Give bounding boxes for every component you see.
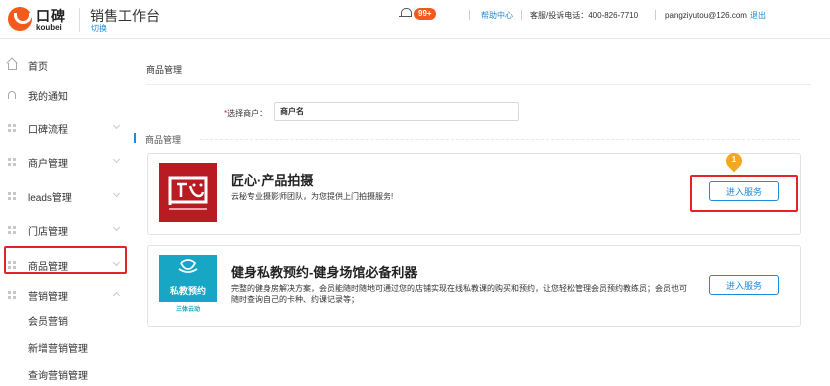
grid-icon [8,158,16,166]
sidebar-item-label: leads管理 [28,193,72,204]
sidebar-item-label: 我的通知 [28,92,68,103]
account-email: pangziyutou@126.com [665,11,747,20]
chevron-up-icon [112,291,121,300]
sidebar-item-label: 商品管理 [28,262,68,273]
section-accent-bar [134,133,136,143]
koubei-logo[interactable]: 口碑 koubei [8,6,68,34]
sidebar-item-product-management[interactable]: 商品管理 [0,249,130,283]
account-info: pangziyutou@126.com 退出 [665,10,766,21]
sidebar-item-merchant-management[interactable]: 商户管理 [0,146,130,180]
help-center-link[interactable]: 帮助中心 [481,10,513,21]
header-separator [521,10,522,20]
fitness-logo-text: 私教预约 [169,285,206,297]
service-title: 健身私教预约-健身场馆必备利器 [231,265,418,280]
notification-badge[interactable]: 99+ [414,8,436,20]
sidebar-subitem-query-marketing[interactable]: 查询营销管理 [28,367,88,382]
header-divider [79,8,80,32]
header-separator [469,10,470,20]
sidebar-item-label: 商户管理 [28,159,68,170]
chevron-down-icon [112,121,121,130]
fitness-logo-caption: 三体云动 [176,305,200,313]
sidebar-subitem-new-marketing[interactable]: 新增营销管理 [28,340,88,355]
grid-icon [8,226,16,234]
notification-bell-icon[interactable] [399,8,412,18]
sidebar-item-home[interactable]: 首页 [0,49,130,83]
sidebar-item-label: 营销管理 [28,292,68,303]
fitness-service-logo: 私教预约 三体云动 [159,255,217,314]
sidebar-item-leads-management[interactable]: leads管理 [0,180,130,214]
service-phone-text: 客服/投诉电话：400-826-7710 [530,11,639,20]
section-divider [200,139,800,140]
switch-link[interactable]: 切换 [91,23,107,34]
enter-service-button-fitness[interactable]: 进入服务 [709,275,779,295]
grid-icon [8,192,16,200]
service-description: 云秘专业摄影师团队，为您提供上门拍摄服务! [231,192,394,201]
service-title: 匠心·产品拍摄 [231,173,314,188]
logout-link[interactable]: 退出 [750,11,766,20]
sidebar-item-store-management[interactable]: 门店管理 [0,214,130,248]
service-description: 完整的健身房解决方案，会员能随时随地可通过您的店铺实现在线私教课的购买和预约，让… [231,284,687,304]
service-card-fitness: 私教预约 三体云动 健身私教预约-健身场馆必备利器 完整的健身房解决方案，会员能… [147,245,801,327]
sidebar-item-label: 口碑流程 [28,125,68,136]
service-card-photography: 匠心·产品拍摄 云秘专业摄影师团队，为您提供上门拍摄服务! 进入服务 [147,153,801,235]
top-header: 口碑 koubei 销售工作台 切换 99+ 帮助中心 客服/投诉电话：400-… [0,0,830,39]
sidebar-item-notifications[interactable]: 我的通知 [0,79,130,113]
main-content: 商品管理 *选择商户： 商品管理 匠心·产品拍摄 云秘专业摄影师团队，为您提供上… [134,39,830,386]
sidebar-item-label: 门店管理 [28,227,68,238]
sidebar-item-marketing-management[interactable]: 营销管理 [0,279,130,313]
merchant-input[interactable] [274,102,519,121]
enter-service-button-photography[interactable]: 进入服务 [709,181,779,201]
sidebar-item-label: 首页 [28,62,48,73]
section-title: 商品管理 [145,135,182,145]
chevron-down-icon [112,223,121,232]
chevron-down-icon [112,155,121,164]
merchant-select-label: *选择商户： [224,108,267,119]
sidebar-nav: 首页 我的通知 口碑流程 商户管理 leads管理 门店管理 商品管理 营销管理… [0,39,134,386]
merchant-label-text: 选择商户： [227,109,268,118]
header-separator [655,10,656,20]
koubei-logo-icon [8,7,32,31]
grid-icon [8,261,16,269]
step-marker-number: 1 [731,155,737,164]
logo-text-en: koubei [36,23,62,32]
grid-icon [8,291,16,299]
home-icon [8,63,17,70]
grid-icon [8,124,16,132]
breadcrumb: 商品管理 [146,65,183,75]
chevron-down-icon [112,258,121,267]
bell-icon [8,91,16,99]
sidebar-item-koubei-process[interactable]: 口碑流程 [0,112,130,146]
breadcrumb-divider [146,84,811,85]
chevron-down-icon [112,189,121,198]
sidebar-subitem-member-marketing[interactable]: 会员营销 [28,313,68,328]
photography-service-logo [159,163,217,222]
